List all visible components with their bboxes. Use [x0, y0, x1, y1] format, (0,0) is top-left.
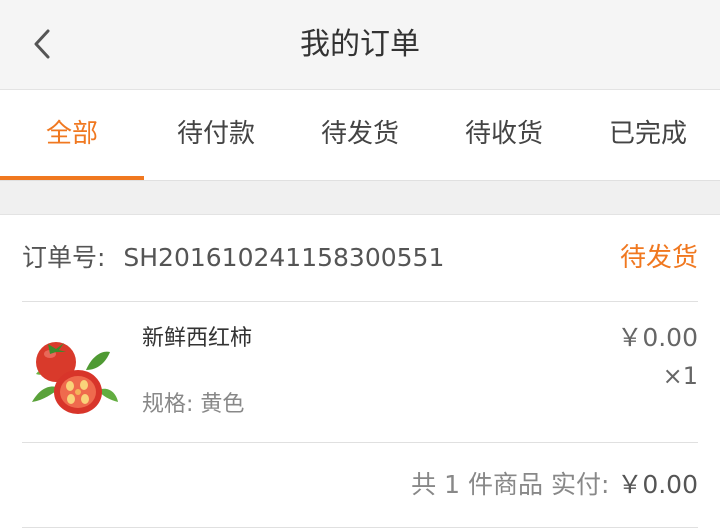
order-list-screen: 我的订单 全部 待付款 待发货 待收货 已完成 订单号: SH201610241… — [0, 0, 720, 530]
item-spec: 规格: 黄色 — [142, 386, 244, 418]
page-title: 我的订单 — [300, 27, 420, 62]
summary-unit: 件商品 — [467, 470, 543, 499]
order-number: 订单号: SH201610241158300551 — [22, 215, 444, 301]
order-number-value: SH201610241158300551 — [123, 243, 445, 272]
section-separator — [0, 181, 720, 215]
order-status-tabs: 全部 待付款 待发货 待收货 已完成 — [0, 90, 720, 181]
item-spec-value: 黄色 — [200, 392, 245, 417]
order-header: 订单号: SH201610241158300551 待发货 — [0, 215, 720, 301]
tab-pending-payment[interactable]: 待付款 — [144, 90, 288, 180]
order-number-label: 订单号: — [22, 243, 106, 272]
item-price: ￥0.00 — [617, 323, 698, 352]
item-quantity: ×1 — [662, 362, 698, 390]
item-name: 新鲜西红柿 — [142, 326, 253, 351]
order-total: 共 1 件商品 实付: ￥0.00 — [411, 443, 698, 527]
order-item[interactable]: 新鲜西红柿 规格: 黄色 ￥0.00 ×1 — [0, 302, 720, 442]
title-bar: 我的订单 — [0, 0, 720, 90]
order-summary: 共 1 件商品 实付: ￥0.00 — [0, 443, 720, 527]
tab-all[interactable]: 全部 — [0, 90, 144, 180]
summary-paid-label: 实付: — [550, 470, 610, 499]
summary-amount: ￥0.00 — [617, 470, 698, 499]
summary-count: 1 — [444, 470, 461, 499]
tab-pending-shipment[interactable]: 待发货 — [288, 90, 432, 180]
summary-prefix: 共 — [411, 470, 437, 499]
tab-pending-receipt[interactable]: 待收货 — [432, 90, 576, 180]
order-status: 待发货 — [619, 243, 698, 273]
divider — [22, 527, 698, 528]
tab-completed[interactable]: 已完成 — [576, 90, 720, 180]
item-spec-label: 规格: — [142, 392, 194, 417]
tomato-icon — [32, 342, 118, 414]
